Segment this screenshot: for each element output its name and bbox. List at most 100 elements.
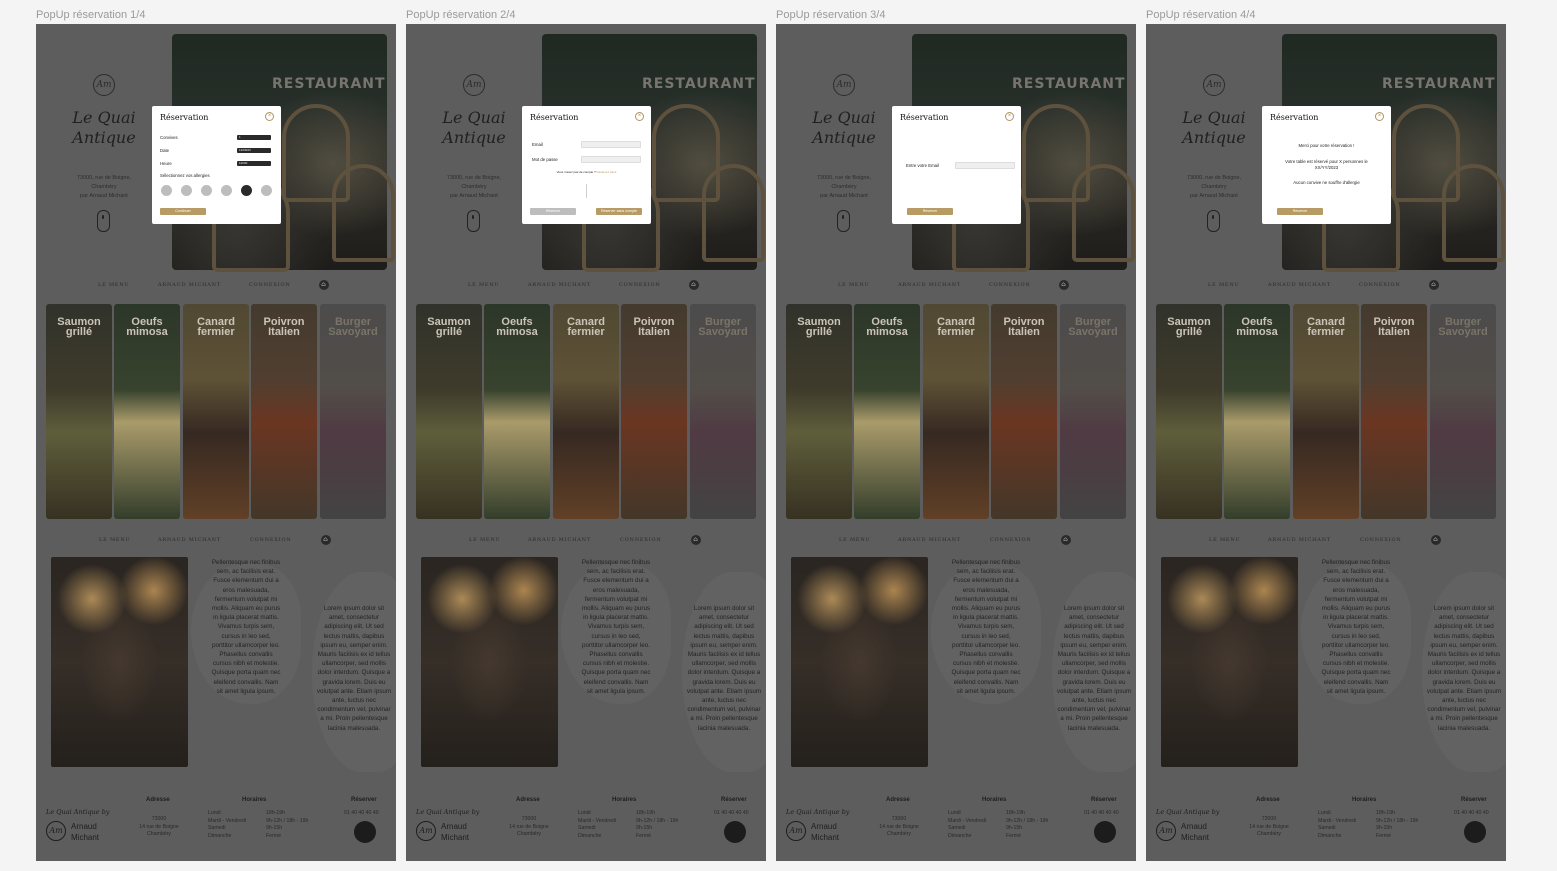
reserve-button[interactable]: Réserver	[530, 208, 576, 215]
date-picker[interactable]: 12/09/23	[237, 148, 271, 153]
nav-arnaud[interactable]: ARNAUD MICHANT	[898, 537, 961, 543]
footer-phone: 01 40 40 40 40	[714, 810, 749, 816]
allergy-fish-icon[interactable]	[201, 185, 212, 196]
bag-icon[interactable]: ⌂	[1061, 535, 1071, 545]
nav-menu[interactable]: LE MENU	[1208, 282, 1240, 288]
reservation-modal: Réservation × Email Mot de passe Vous n'…	[522, 106, 651, 224]
dish-card-saumon[interactable]: Saumon grillé	[1156, 304, 1222, 519]
dish-card-poivron[interactable]: Poivron Italien	[1361, 304, 1427, 519]
nav-connexion[interactable]: CONNEXION	[620, 537, 662, 543]
nav-menu[interactable]: LE MENU	[99, 537, 131, 543]
nav-arnaud[interactable]: ARNAUD MICHANT	[158, 282, 221, 288]
dish-card-poivron[interactable]: Poivron Italien	[621, 304, 687, 519]
bag-icon[interactable]: ⌂	[691, 535, 701, 545]
nav-menu[interactable]: LE MENU	[98, 282, 130, 288]
nav-connexion[interactable]: CONNEXION	[250, 537, 292, 543]
dish-card-poivron[interactable]: Poivron Italien	[991, 304, 1057, 519]
address-line1: 73000, rue de Boigne,	[446, 175, 502, 181]
logo-icon[interactable]: Am	[833, 74, 855, 96]
footer-logo-icon[interactable]: Am	[1156, 821, 1176, 841]
footer-logo-icon[interactable]: Am	[416, 821, 436, 841]
allergy-egg-icon[interactable]	[241, 185, 252, 196]
nav-arnaud[interactable]: ARNAUD MICHANT	[1268, 537, 1331, 543]
address: 73000, rue de Boigne, Chambéry par Arnau…	[1174, 174, 1254, 201]
close-icon[interactable]: ×	[1005, 112, 1014, 121]
nav-arnaud[interactable]: ARNAUD MICHANT	[898, 282, 961, 288]
bag-icon[interactable]: ⌂	[319, 280, 329, 290]
nav-connexion[interactable]: CONNEXION	[989, 282, 1031, 288]
dish-card-burger[interactable]: Burger Savoyard	[1060, 304, 1126, 519]
dish-card-oeufs[interactable]: Oeufs mimosa	[1224, 304, 1290, 519]
dish-card-burger[interactable]: Burger Savoyard	[1430, 304, 1496, 519]
nav-connexion[interactable]: CONNEXION	[990, 537, 1032, 543]
nav-menu[interactable]: LE MENU	[1209, 537, 1241, 543]
nav-arnaud[interactable]: ARNAUD MICHANT	[528, 282, 591, 288]
nav-arnaud[interactable]: ARNAUD MICHANT	[1268, 282, 1331, 288]
reserve-button[interactable]: Réserver	[907, 208, 953, 215]
dish-card-canard[interactable]: Canard fermier	[1293, 304, 1359, 519]
dish-card-canard[interactable]: Canard fermier	[923, 304, 989, 519]
footer: Le Quai Antique by Am Arnaud Michant Adre…	[406, 794, 766, 861]
allergy-other-icon[interactable]	[261, 185, 272, 196]
bag-icon[interactable]: ⌂	[321, 535, 331, 545]
dish-card-burger[interactable]: Burger Savoyard	[320, 304, 386, 519]
heure-select[interactable]: 12h00	[237, 161, 271, 166]
footer-hours: 18h-19h 9h-12h / 18h - 19h 9h-15h Fermé	[266, 810, 309, 839]
dish-card-oeufs[interactable]: Oeufs mimosa	[854, 304, 920, 519]
confirmation-details: Votre table est réservé pour X personnes…	[1285, 159, 1368, 170]
close-icon[interactable]: ×	[265, 112, 274, 121]
nav-connexion[interactable]: CONNEXION	[249, 282, 291, 288]
dish-name: Canard fermier	[937, 316, 975, 338]
top-nav: LE MENU ARNAUD MICHANT CONNEXION ⌂	[776, 280, 1136, 292]
nav-menu[interactable]: LE MENU	[838, 282, 870, 288]
dish-card-saumon[interactable]: Saumon grillé	[786, 304, 852, 519]
divider	[586, 184, 587, 198]
allergy-nut-icon[interactable]	[221, 185, 232, 196]
reserve-button[interactable]: Réserver	[1277, 208, 1323, 215]
bag-icon[interactable]: ⌂	[1059, 280, 1069, 290]
logo-icon[interactable]: Am	[463, 74, 485, 96]
dish-card-canard[interactable]: Canard fermier	[553, 304, 619, 519]
dish-name: Oeufs mimosa	[866, 316, 908, 338]
close-icon[interactable]: ×	[1375, 112, 1384, 121]
email-label: Entre votre Email	[906, 163, 939, 168]
footer-logo-icon[interactable]: Am	[46, 821, 66, 841]
nav-arnaud[interactable]: ARNAUD MICHANT	[158, 537, 221, 543]
nav-connexion[interactable]: CONNEXION	[1360, 537, 1402, 543]
footer-logo-icon[interactable]: Am	[786, 821, 806, 841]
couverts-select[interactable]: 1	[237, 135, 271, 140]
dish-card-saumon[interactable]: Saumon grillé	[46, 304, 112, 519]
footer-bag-icon[interactable]	[1094, 821, 1116, 843]
nav-arnaud[interactable]: ARNAUD MICHANT	[528, 537, 591, 543]
allergy-gluten-icon[interactable]	[161, 185, 172, 196]
nav-menu[interactable]: LE MENU	[469, 537, 501, 543]
brand-line2: Antique	[442, 128, 506, 147]
footer-bag-icon[interactable]	[1464, 821, 1486, 843]
dish-card-oeufs[interactable]: Oeufs mimosa	[484, 304, 550, 519]
email-field[interactable]	[955, 162, 1015, 169]
dish-card-poivron[interactable]: Poivron Italien	[251, 304, 317, 519]
nav-connexion[interactable]: CONNEXION	[619, 282, 661, 288]
footer-bag-icon[interactable]	[724, 821, 746, 843]
email-field[interactable]	[581, 141, 641, 148]
nav-menu[interactable]: LE MENU	[468, 282, 500, 288]
dish-card-burger[interactable]: Burger Savoyard	[690, 304, 756, 519]
logo-icon[interactable]: Am	[1203, 74, 1225, 96]
dish-card-oeufs[interactable]: Oeufs mimosa	[114, 304, 180, 519]
bag-icon[interactable]: ⌂	[1431, 535, 1441, 545]
reserve-without-account-button[interactable]: Réserver sans compte	[596, 208, 642, 215]
footer-bag-icon[interactable]	[354, 821, 376, 843]
bag-icon[interactable]: ⌂	[689, 280, 699, 290]
continue-button[interactable]: Continuer	[160, 208, 206, 215]
logo-icon[interactable]: Am	[93, 74, 115, 96]
nav-menu[interactable]: LE MENU	[839, 537, 871, 543]
allergy-milk-icon[interactable]	[181, 185, 192, 196]
password-field[interactable]	[581, 156, 641, 163]
close-icon[interactable]: ×	[635, 112, 644, 121]
bag-icon[interactable]: ⌂	[1429, 280, 1439, 290]
nav-connexion[interactable]: CONNEXION	[1359, 282, 1401, 288]
dish-card-saumon[interactable]: Saumon grillé	[416, 304, 482, 519]
dish-card-canard[interactable]: Canard fermier	[183, 304, 249, 519]
no-account-link[interactable]: Réservez sans	[597, 170, 617, 174]
footer-adresse-heading: Adresse	[1256, 797, 1280, 803]
